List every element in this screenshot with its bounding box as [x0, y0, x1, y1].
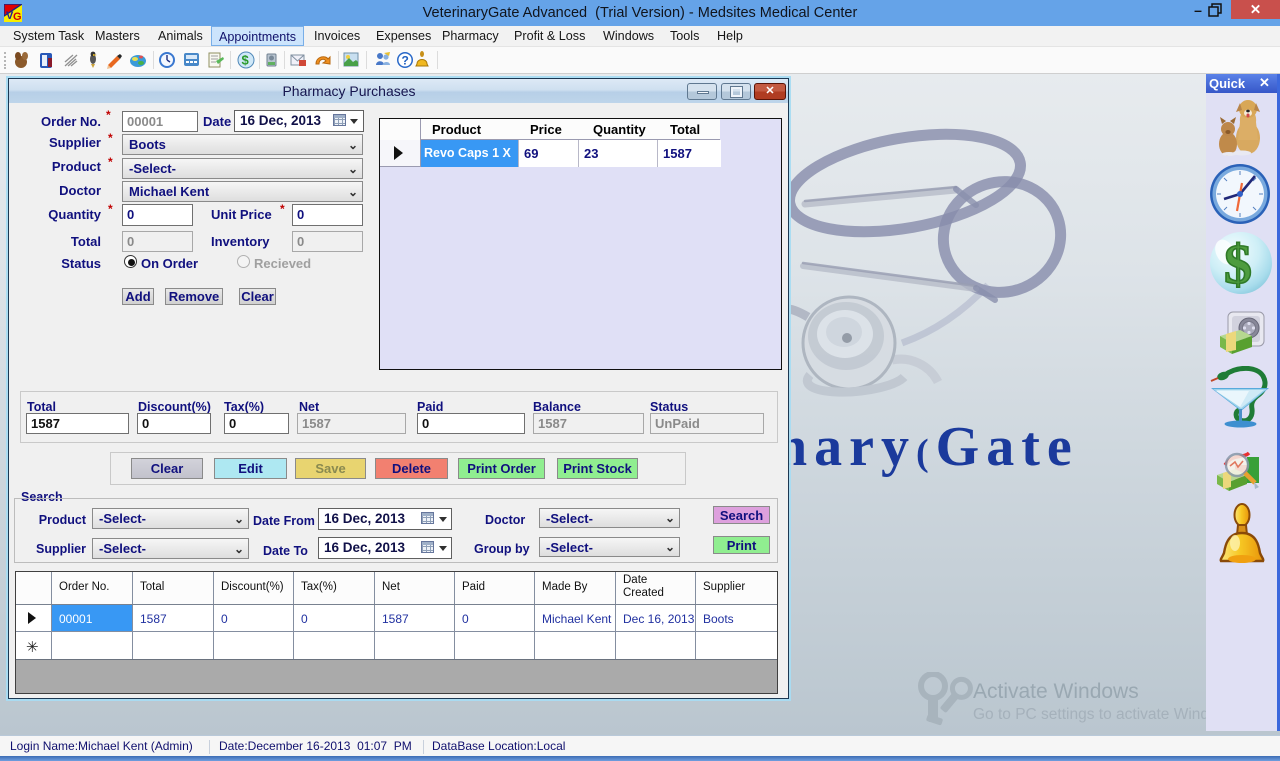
- svg-text:$: $: [242, 53, 250, 68]
- svg-text:$: $: [1224, 234, 1252, 296]
- svg-text:G: G: [13, 11, 22, 22]
- svg-text:?: ?: [402, 54, 409, 68]
